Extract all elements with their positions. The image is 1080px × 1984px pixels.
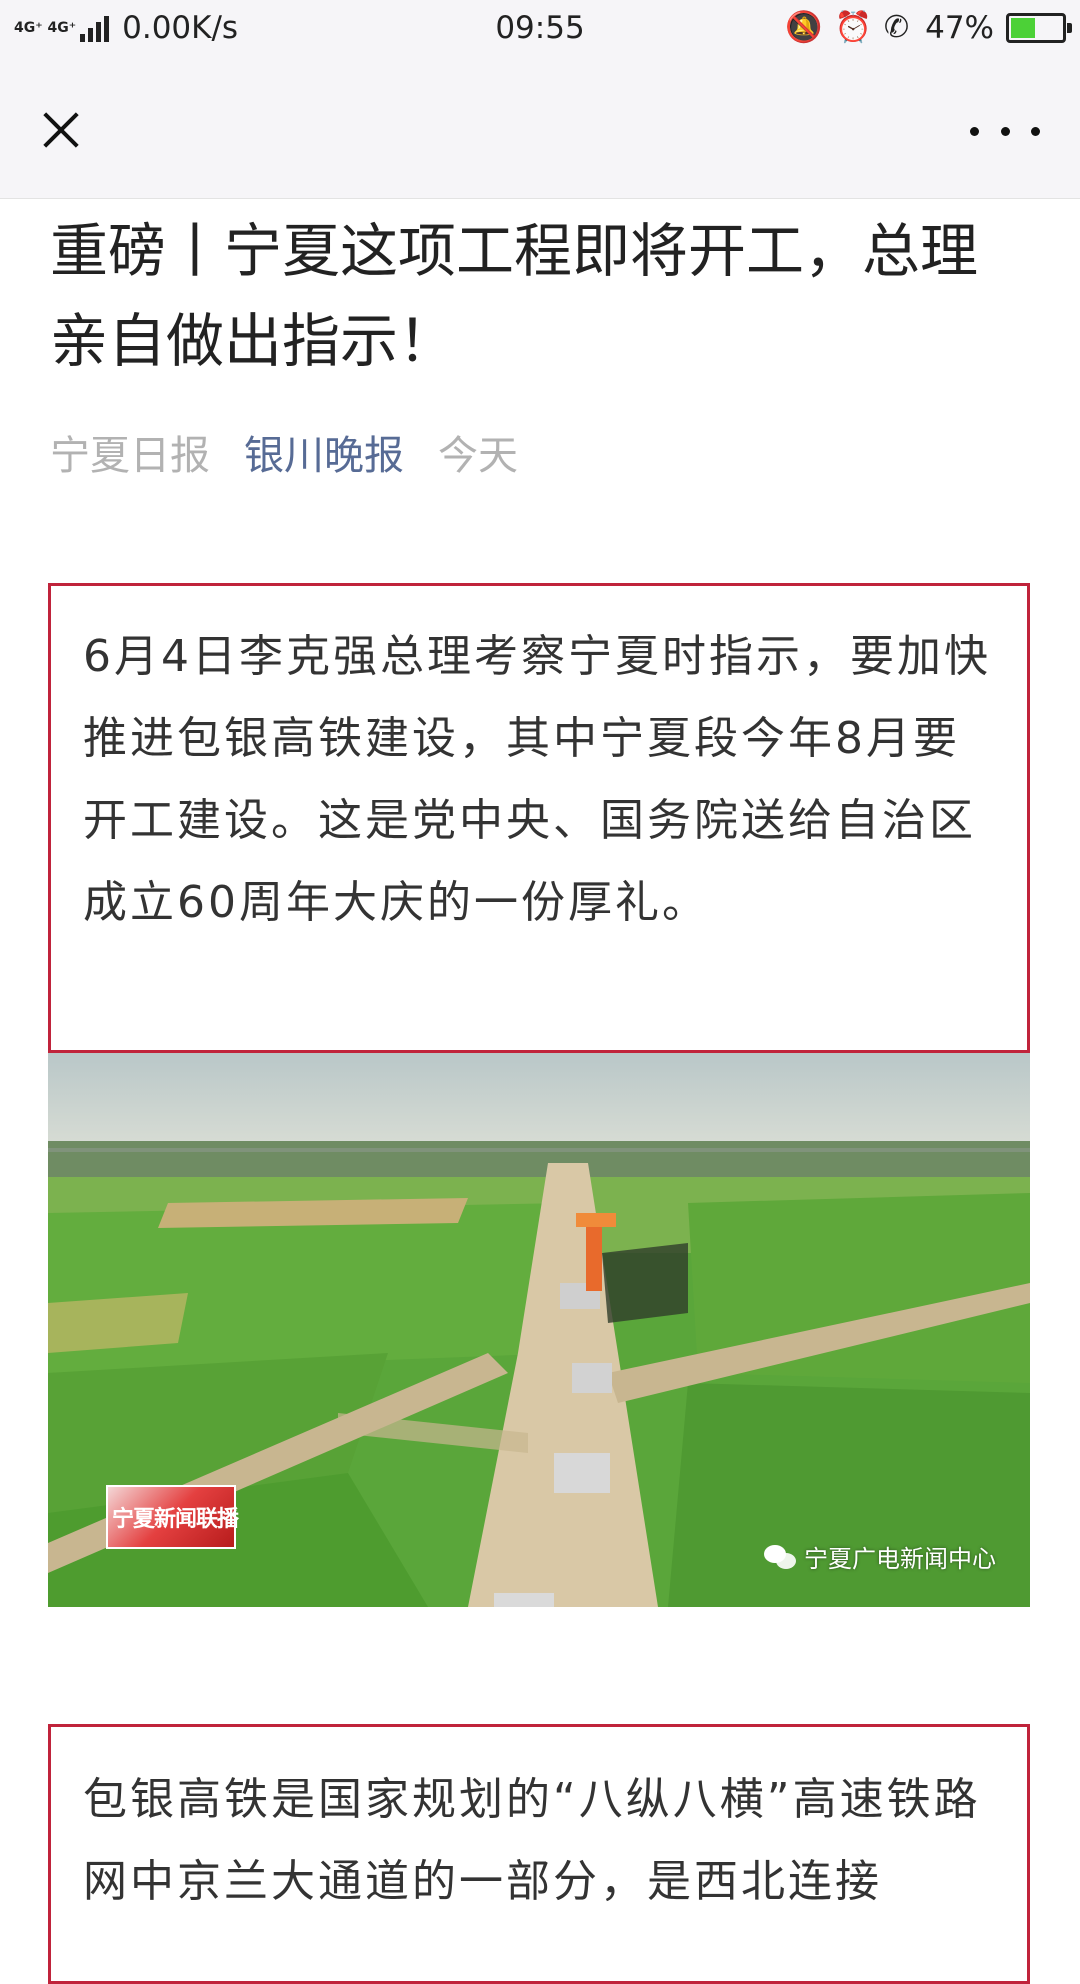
battery-level-fill [1011,18,1035,38]
highlight-box: 6月4日李克强总理考察宁夏时指示，要加快推进包银高铁建设，其中宁夏段今年8月要开… [48,583,1030,1053]
wechat-icon [764,1543,798,1571]
hd-call-icon: ✆ [883,10,910,45]
tv-logo-text: 宁夏新闻联播 [112,1507,239,1532]
article-date: 今天 [438,433,518,479]
watermark-text: 宁夏广电新闻中心 [804,1545,996,1573]
close-icon[interactable] [30,100,90,160]
article-image[interactable]: 宁夏新闻联播 宁夏广电新闻中心 [48,1053,1030,1607]
article-meta: 宁夏日报 银川晚报 今天 [50,424,518,488]
article-source: 宁夏日报 [50,433,210,479]
battery-percent: 47% [925,10,994,46]
bell-off-icon: 🔕 [785,10,823,45]
battery-icon [1006,13,1072,43]
highlight-paragraph-2: 包银高铁是国家规划的“八纵八横”高速铁路网中京兰大通道的一部分，是西北连接 [83,1774,981,1907]
status-bar: 4G⁺ 4G⁺ 0.00K/s 09:55 🔕 ⏰ ✆ 47% [0,0,1080,58]
alarm-icon: ⏰ [834,10,872,45]
article-title: 重磅丨宁夏这项工程即将开工，总理亲自做出指示！ [50,217,979,375]
highlight-paragraph: 6月4日李克强总理考察宁夏时指示，要加快推进包银高铁建设，其中宁夏段今年8月要开… [83,631,991,928]
nav-bar [0,58,1080,199]
image-watermark: 宁夏广电新闻中心 [764,1539,996,1574]
more-icon[interactable] [970,116,1040,146]
account-name-link[interactable]: 银川晚报 [244,424,404,488]
tv-channel-logo: 宁夏新闻联播 [106,1485,239,1549]
highlight-box-2: 包银高铁是国家规划的“八纵八横”高速铁路网中京兰大通道的一部分，是西北连接 [48,1724,1030,1984]
